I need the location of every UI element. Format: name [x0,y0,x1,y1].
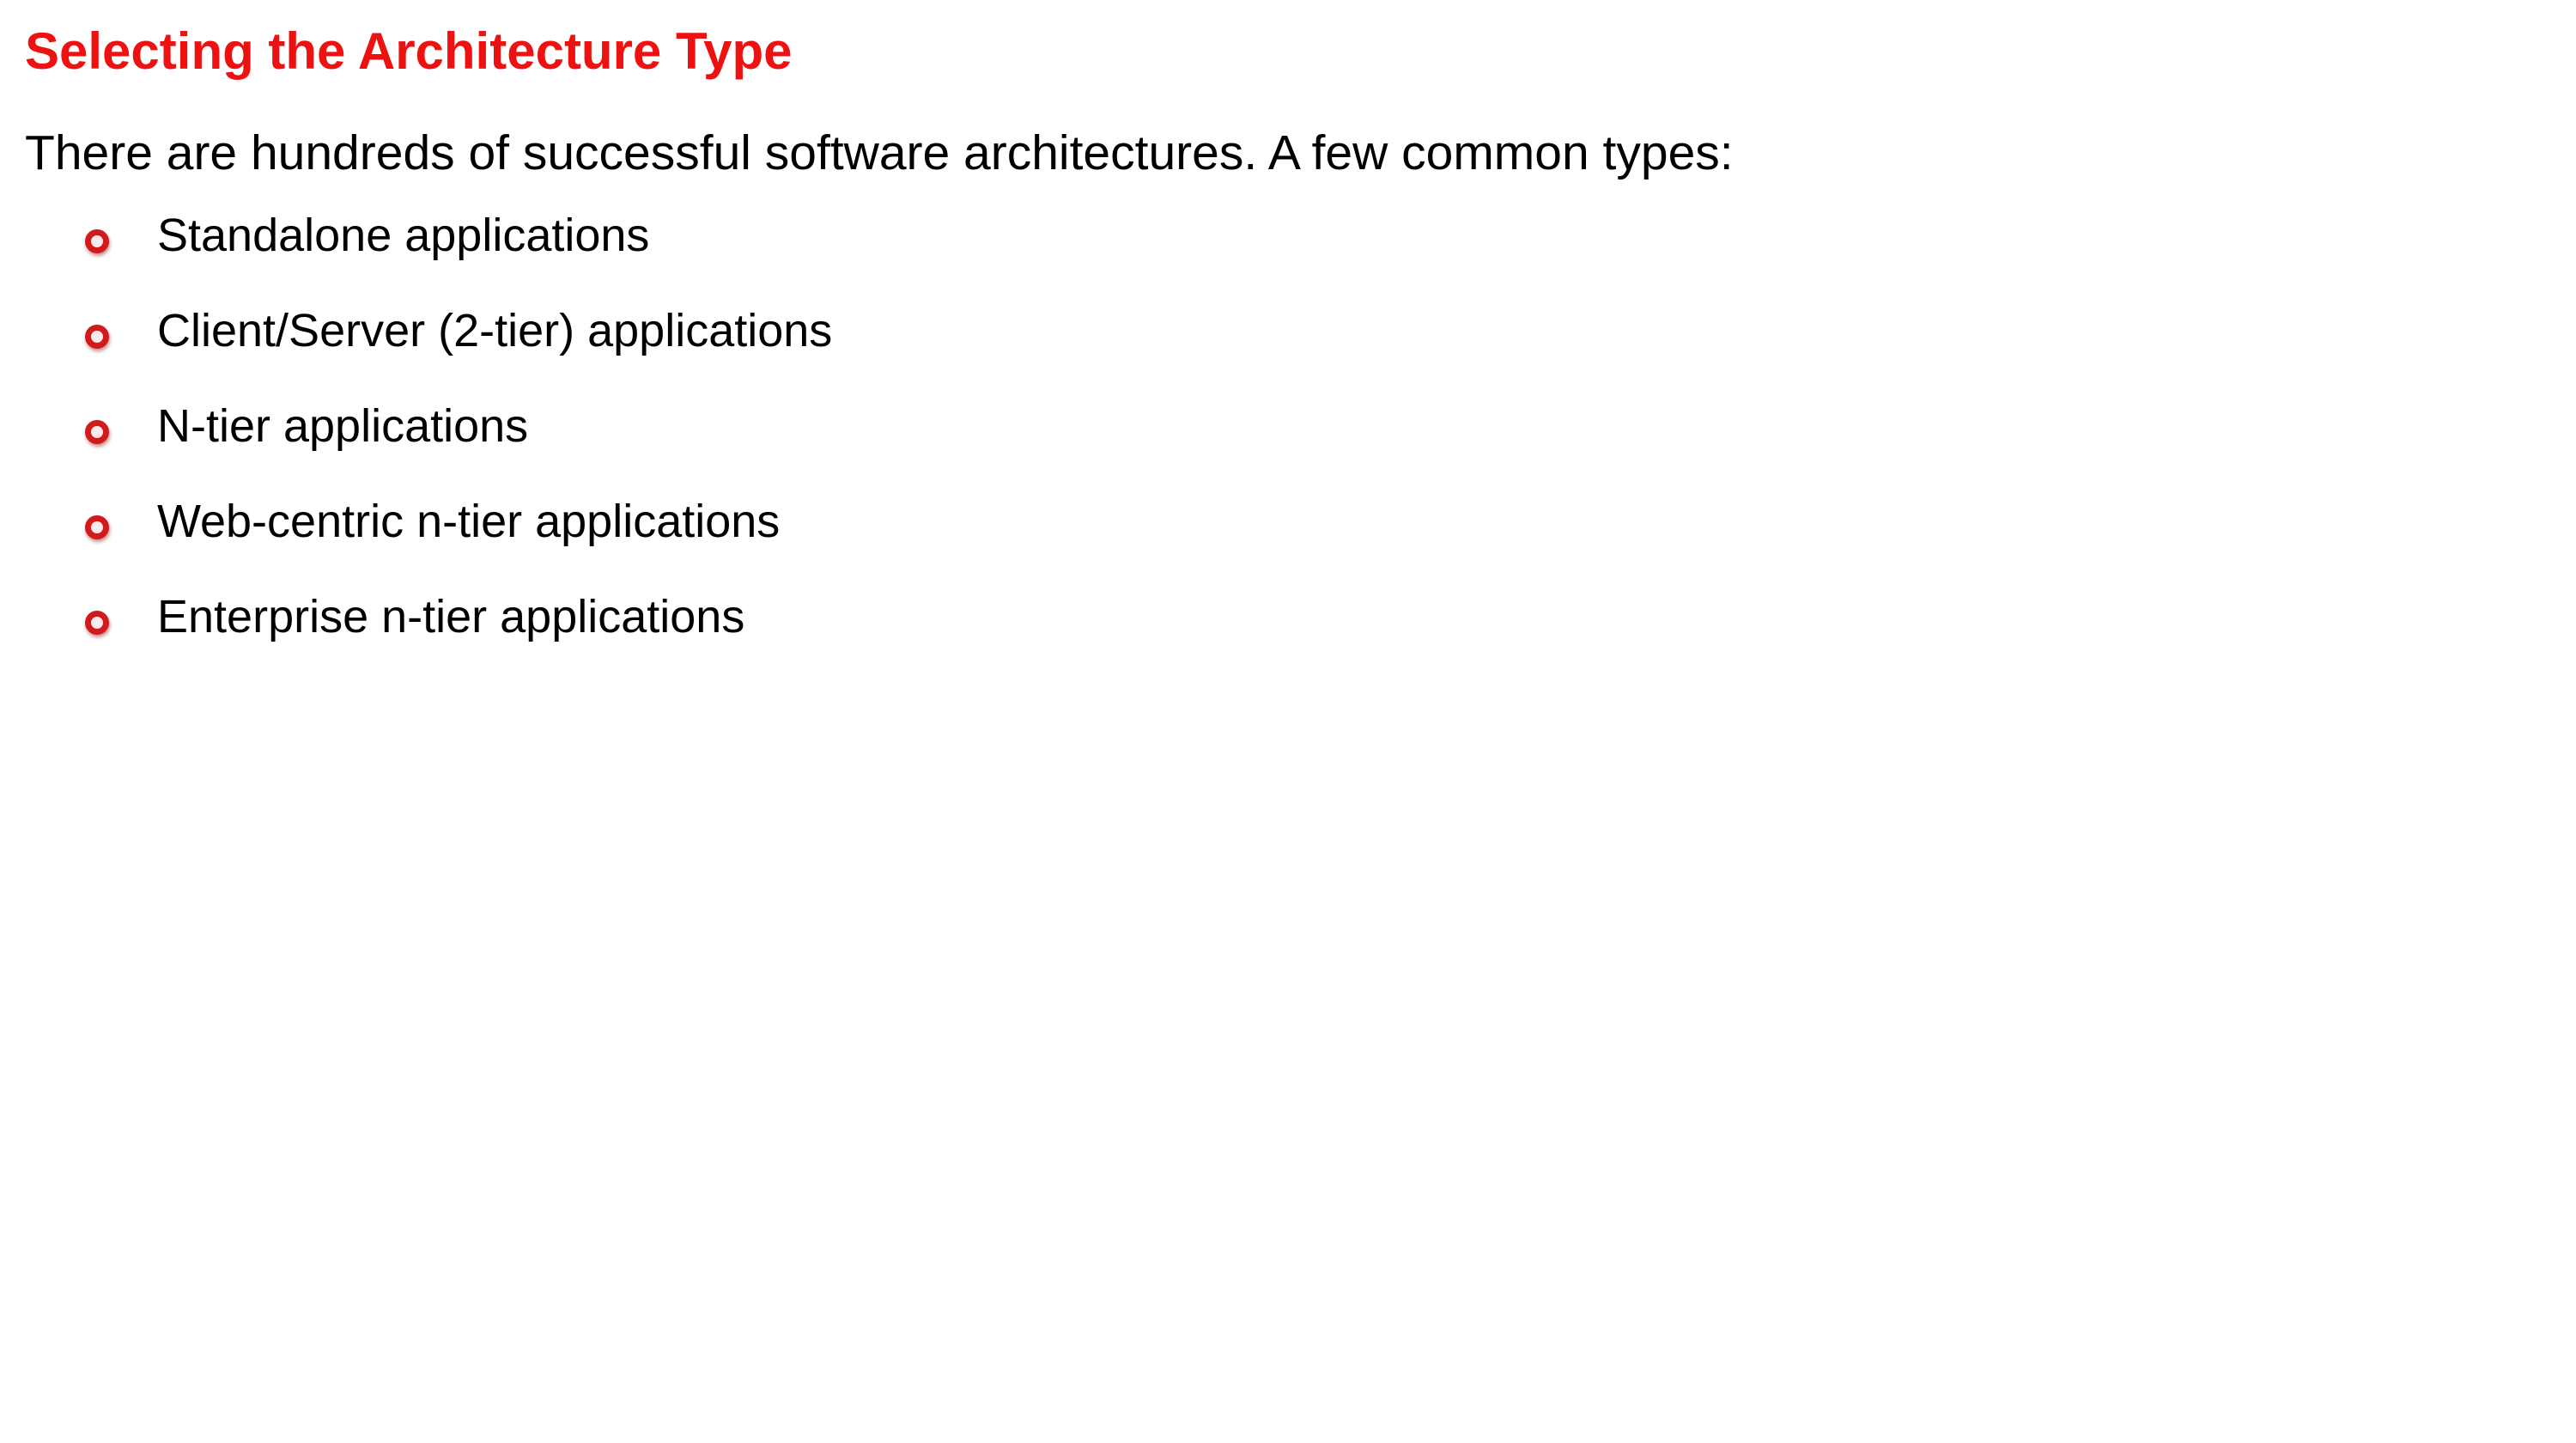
list-item-label: Client/Server (2-tier) applications [157,305,833,356]
list-item-label: Standalone applications [157,210,650,261]
circle-bullet-icon [85,515,109,539]
circle-bullet-icon [85,420,109,444]
list-item-label: Web-centric n-tier applications [157,496,781,547]
slide: Selecting the Architecture Type There ar… [0,0,2576,1443]
slide-title: Selecting the Architecture Type [25,22,793,80]
circle-bullet-icon [85,325,109,349]
list-item-label: Enterprise n-tier applications [157,591,745,642]
circle-bullet-icon [85,229,109,253]
intro-text: There are hundreds of successful softwar… [25,125,1734,180]
circle-bullet-icon [85,611,109,635]
list-item-label: N-tier applications [157,400,529,452]
